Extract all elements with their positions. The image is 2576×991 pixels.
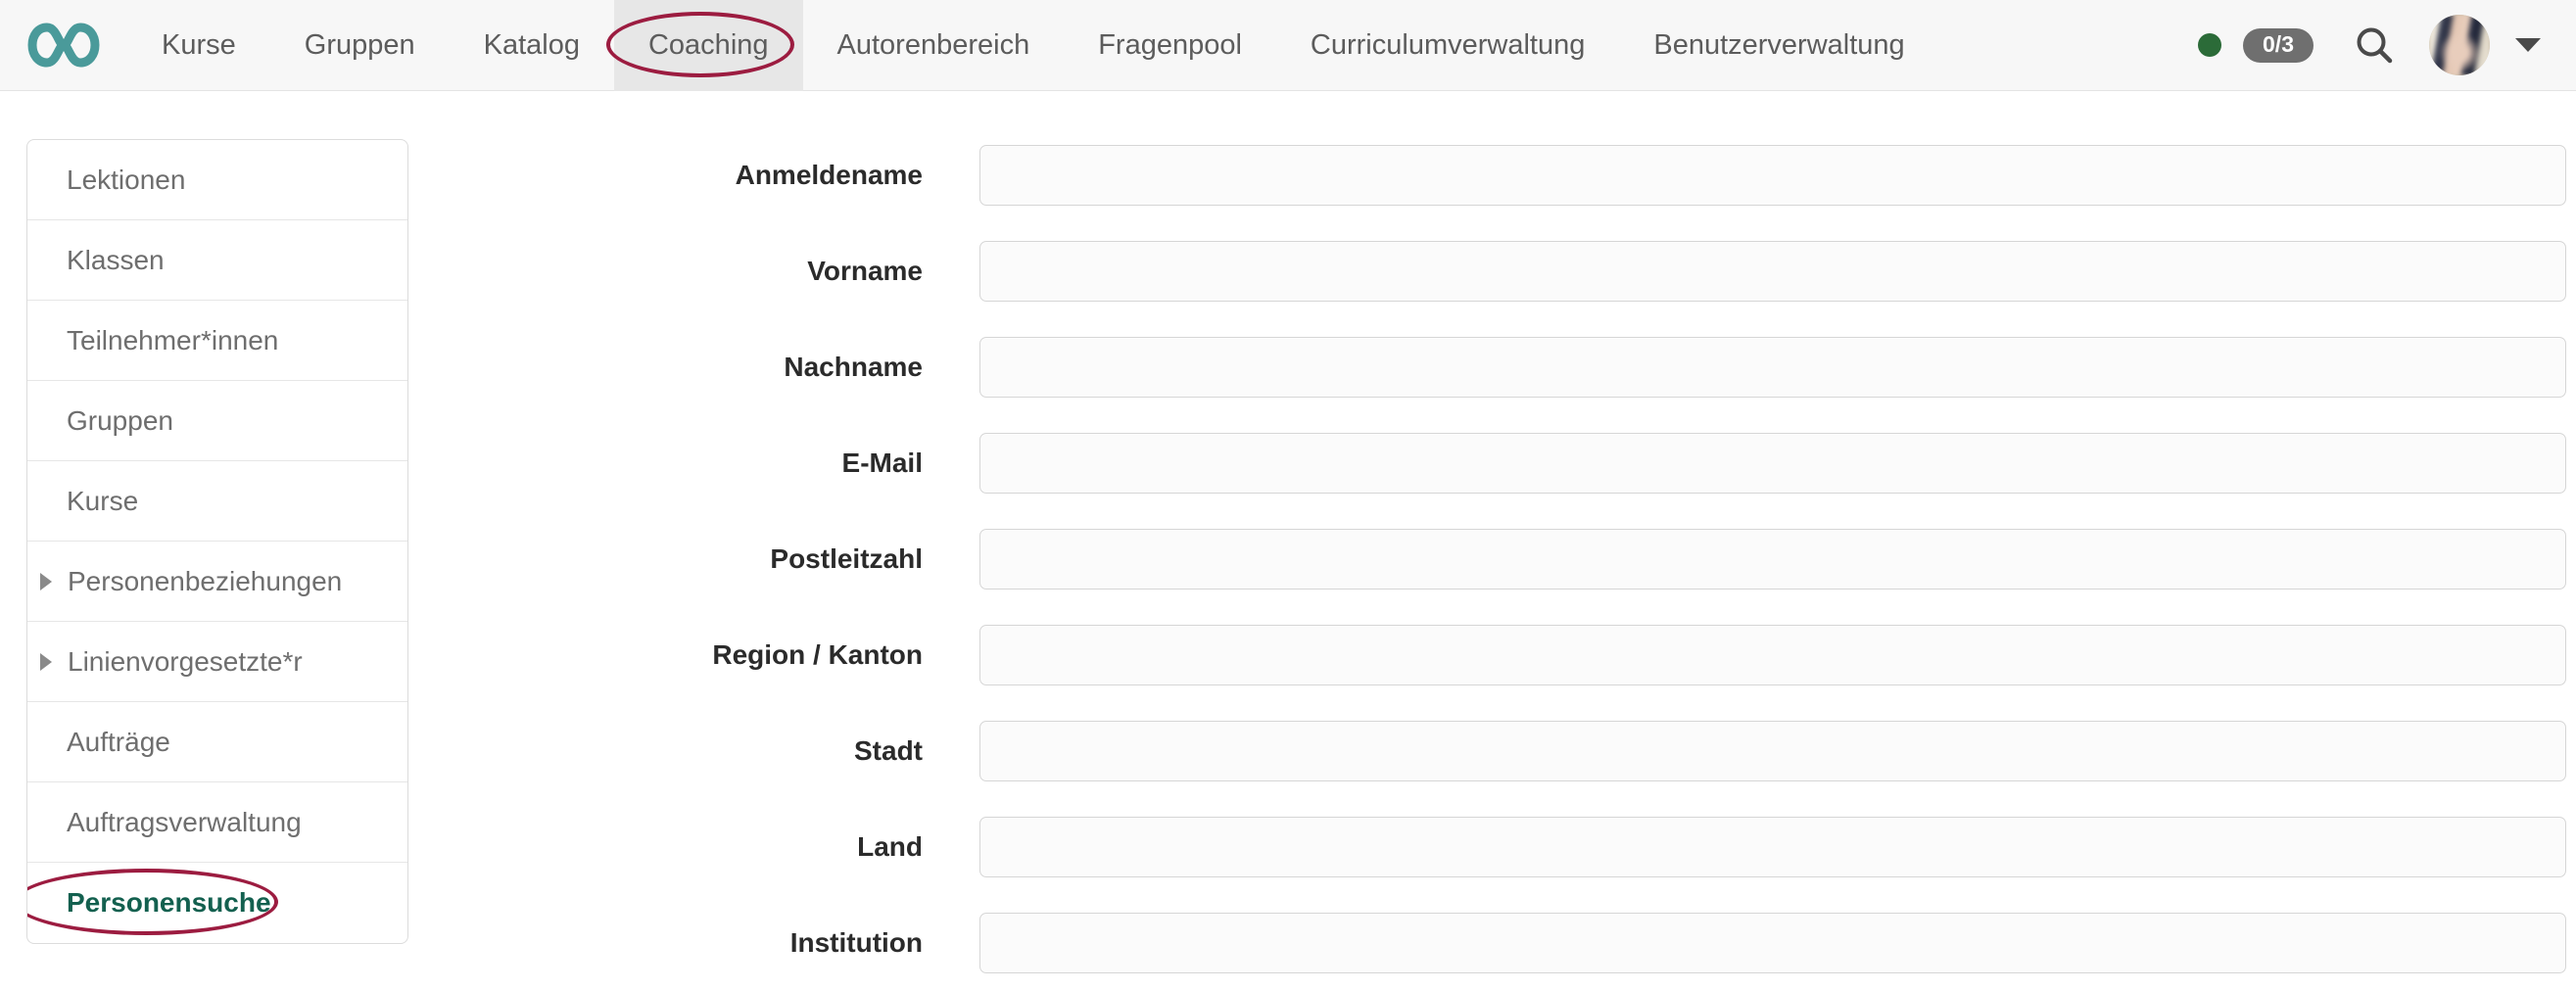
input-anmeldename[interactable] xyxy=(979,145,2566,206)
form-row-vorname: Vorname xyxy=(549,223,2566,319)
form-row-nachname: Nachname xyxy=(549,319,2566,415)
nav-label: Coaching xyxy=(647,28,769,61)
input-vorname[interactable] xyxy=(979,241,2566,302)
nav-label: Autorenbereich xyxy=(836,28,1030,61)
header-actions: 0/3 xyxy=(2198,15,2576,75)
expand-triangle-icon xyxy=(40,652,52,671)
label-nachname: Nachname xyxy=(784,352,923,382)
input-stadt[interactable] xyxy=(979,721,2566,781)
input-nachname[interactable] xyxy=(979,337,2566,398)
sidebar-item-label: Kurse xyxy=(67,485,139,516)
status-indicator-dot xyxy=(2198,33,2222,57)
input-land[interactable] xyxy=(979,817,2566,877)
input-institution[interactable] xyxy=(979,913,2566,973)
nav-item-katalog[interactable]: Katalog xyxy=(450,0,614,91)
label-postleitzahl: Postleitzahl xyxy=(770,543,923,574)
label-stadt: Stadt xyxy=(854,735,923,766)
nav-item-curriculumverwaltung[interactable]: Curriculumverwaltung xyxy=(1276,0,1619,91)
search-icon[interactable] xyxy=(2349,20,2400,71)
sidebar-item-kurse[interactable]: Kurse xyxy=(27,461,407,542)
task-count-badge[interactable]: 0/3 xyxy=(2243,27,2314,63)
expand-triangle-icon xyxy=(40,572,52,590)
label-institution: Institution xyxy=(789,927,923,958)
label-region-kanton: Region / Kanton xyxy=(712,639,923,670)
label-anmeldename: Anmeldename xyxy=(735,160,923,190)
nav-label: Benutzerverwaltung xyxy=(1653,28,1905,61)
nav-item-coaching[interactable]: Coaching xyxy=(605,0,803,91)
form-row-region-kanton: Region / Kanton xyxy=(549,607,2566,703)
sidebar-item-gruppen[interactable]: Gruppen xyxy=(27,381,407,461)
label-email: E-Mail xyxy=(841,448,923,478)
avatar[interactable] xyxy=(2429,15,2490,75)
sidebar-item-label: Aufträge xyxy=(67,726,170,757)
label-land: Land xyxy=(857,831,923,862)
sidebar-item-label: Teilnehmer*innen xyxy=(67,324,279,355)
form-row-postleitzahl: Postleitzahl xyxy=(549,511,2566,607)
sidebar-item-personenbeziehungen[interactable]: Personenbeziehungen xyxy=(27,542,407,622)
form-row-institution: Institution xyxy=(549,895,2566,991)
nav-item-kurse[interactable]: Kurse xyxy=(127,0,270,91)
sidebar-item-label: Personenbeziehungen xyxy=(68,565,343,596)
app-logo[interactable] xyxy=(0,0,127,91)
input-region-kanton[interactable] xyxy=(979,625,2566,685)
sidebar-item-personensuche[interactable]: Personensuche xyxy=(27,863,407,943)
sidebar-item-linienvorgesetzte[interactable]: Linienvorgesetzte*r xyxy=(27,622,407,702)
sidebar-item-label: Linienvorgesetzte*r xyxy=(68,645,303,677)
app-header: Kurse Gruppen Katalog Coaching Autorenbe… xyxy=(0,0,2576,91)
personensuche-search-form: Anmeldename Vorname Nachname E-Mail Post… xyxy=(549,127,2566,991)
sidebar-item-label: Personensuche xyxy=(67,887,271,918)
form-row-email: E-Mail xyxy=(549,415,2566,511)
sidebar-item-auftragsverwaltung[interactable]: Auftragsverwaltung xyxy=(27,782,407,863)
label-vorname: Vorname xyxy=(807,256,923,286)
sidebar-item-label: Klassen xyxy=(67,244,165,275)
nav-label: Katalog xyxy=(483,28,580,61)
avatar-image xyxy=(2429,15,2490,75)
sidebar-item-auftraege[interactable]: Aufträge xyxy=(27,702,407,782)
main-navigation: Kurse Gruppen Katalog Coaching Autorenbe… xyxy=(127,0,2198,91)
nav-item-benutzerverwaltung[interactable]: Benutzerverwaltung xyxy=(1619,0,1938,91)
nav-item-gruppen[interactable]: Gruppen xyxy=(270,0,450,91)
coaching-sidebar: Lektionen Klassen Teilnehmer*innen Grupp… xyxy=(26,139,408,944)
input-email[interactable] xyxy=(979,433,2566,494)
sidebar-item-label: Gruppen xyxy=(67,404,173,436)
sidebar-item-teilnehmerinnen[interactable]: Teilnehmer*innen xyxy=(27,301,407,381)
nav-label: Curriculumverwaltung xyxy=(1310,28,1586,61)
form-row-anmeldename: Anmeldename xyxy=(549,127,2566,223)
form-row-land: Land xyxy=(549,799,2566,895)
sidebar-item-label: Auftragsverwaltung xyxy=(67,806,302,837)
form-row-stadt: Stadt xyxy=(549,703,2566,799)
input-postleitzahl[interactable] xyxy=(979,529,2566,590)
sidebar-item-lektionen[interactable]: Lektionen xyxy=(27,140,407,220)
nav-label: Kurse xyxy=(162,28,236,61)
nav-label: Gruppen xyxy=(304,28,415,61)
nav-item-autorenbereich[interactable]: Autorenbereich xyxy=(803,0,1065,91)
nav-item-fragenpool[interactable]: Fragenpool xyxy=(1064,0,1276,91)
infinity-logo-icon xyxy=(26,21,101,70)
sidebar-item-label: Lektionen xyxy=(67,164,186,195)
nav-label: Fragenpool xyxy=(1098,28,1242,61)
chevron-down-icon[interactable] xyxy=(2515,38,2541,52)
sidebar-item-klassen[interactable]: Klassen xyxy=(27,220,407,301)
